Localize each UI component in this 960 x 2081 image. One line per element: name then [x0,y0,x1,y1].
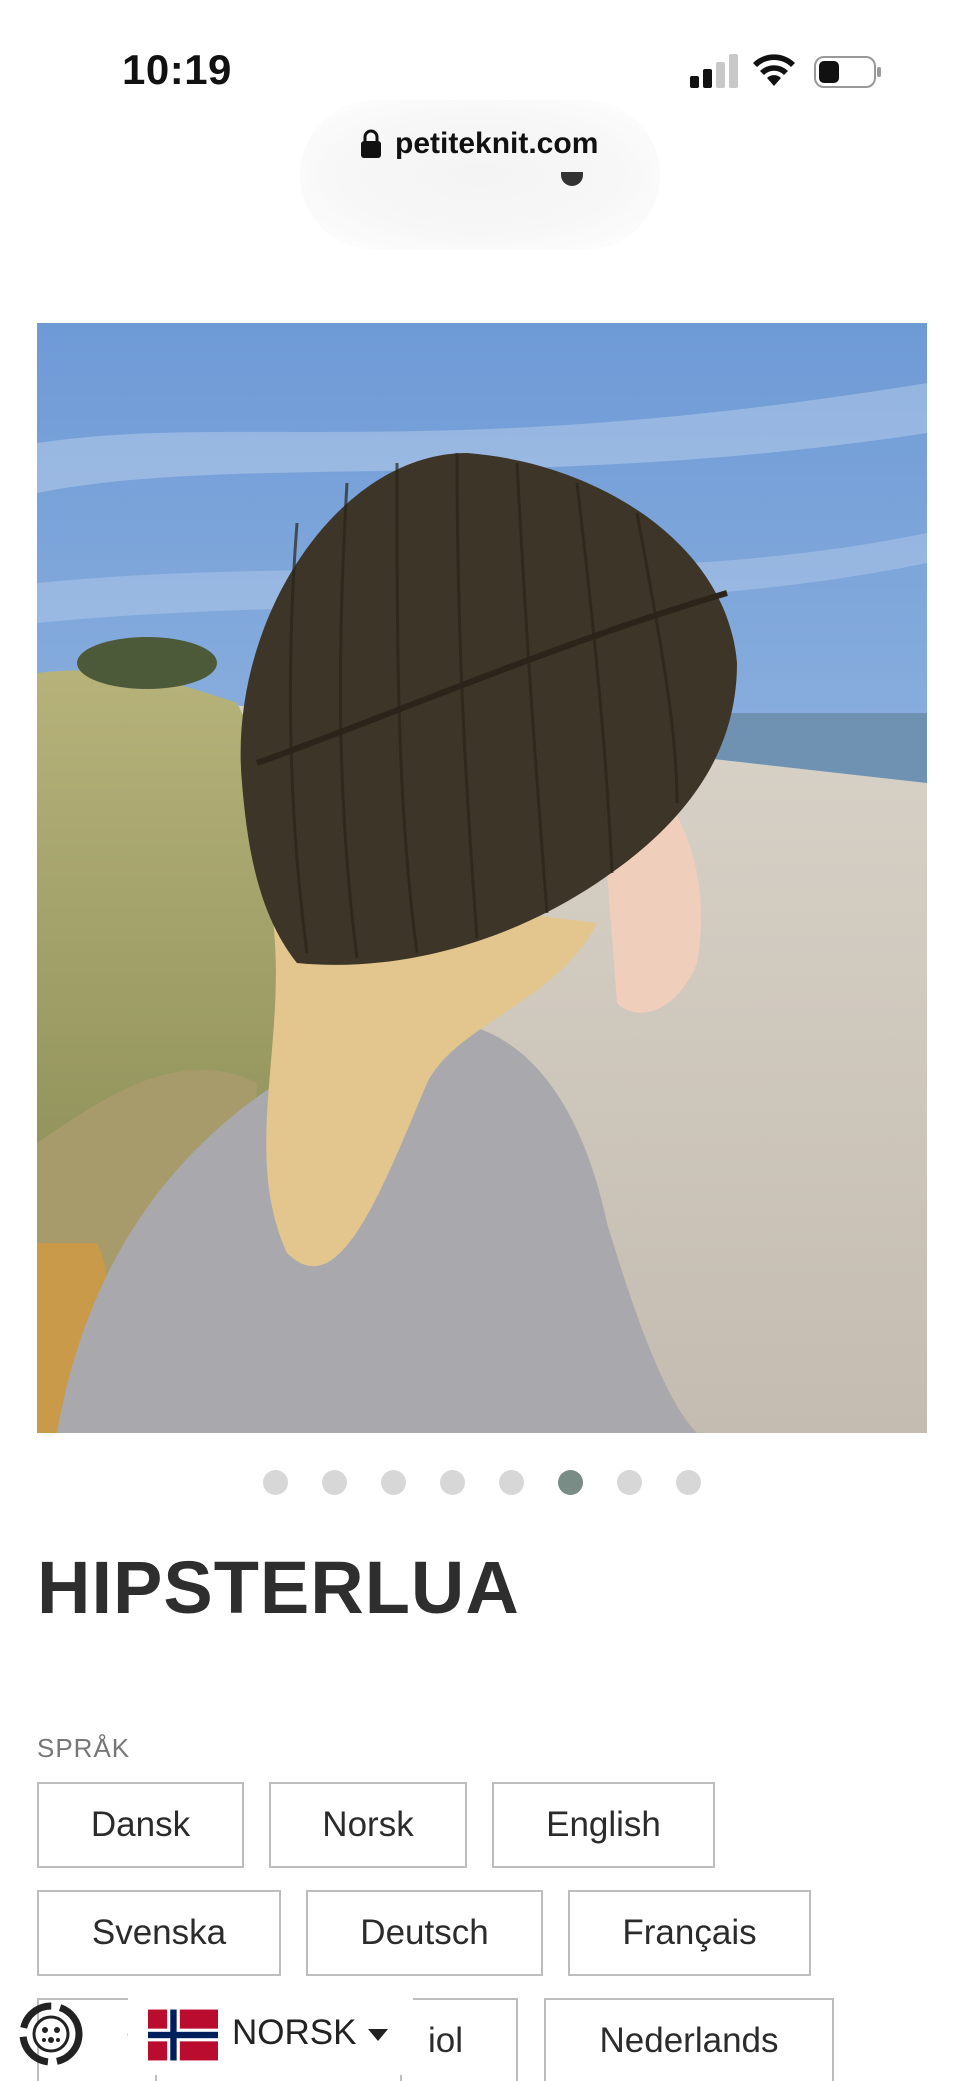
language-option-norsk[interactable]: Norsk [269,1782,467,1868]
cellular-signal-icon [690,54,738,88]
carousel-dot[interactable] [322,1470,347,1495]
carousel-dot-active[interactable] [558,1470,583,1495]
product-image[interactable] [37,323,927,1433]
wifi-icon [753,54,795,86]
carousel-dots [0,1470,960,1498]
carousel-dot[interactable] [617,1470,642,1495]
carousel-dot[interactable] [440,1470,465,1495]
norway-flag-icon [148,2009,218,2061]
language-option-svenska[interactable]: Svenska [37,1890,281,1976]
status-time: 10:19 [122,46,232,93]
battery-icon [814,56,881,88]
carousel-dot[interactable] [499,1470,524,1495]
country-label: NORSK [232,2013,357,2052]
address-bar[interactable] [300,100,660,250]
carousel-dot[interactable] [263,1470,288,1495]
language-label: SPRÅK [37,1733,131,1763]
language-option-partial-right[interactable]: iol [400,1998,518,2081]
url-text[interactable]: petiteknit.com [395,127,598,161]
support-widget-icon[interactable] [14,1994,88,2074]
language-option-francais[interactable]: Français [568,1890,811,1976]
language-option-english[interactable]: English [492,1782,715,1868]
language-option-nederlands[interactable]: Nederlands [544,1998,834,2081]
language-option-dansk[interactable]: Dansk [37,1782,244,1868]
caret-down-icon [368,2029,388,2041]
language-option-deutsch[interactable]: Deutsch [306,1890,543,1976]
product-photo [37,323,927,1433]
country-selector[interactable]: NORSK [128,1995,413,2075]
carousel-dot[interactable] [381,1470,406,1495]
product-title: HIPSTERLUA [37,1546,520,1629]
lock-icon [361,129,381,158]
carousel-dot[interactable] [676,1470,701,1495]
